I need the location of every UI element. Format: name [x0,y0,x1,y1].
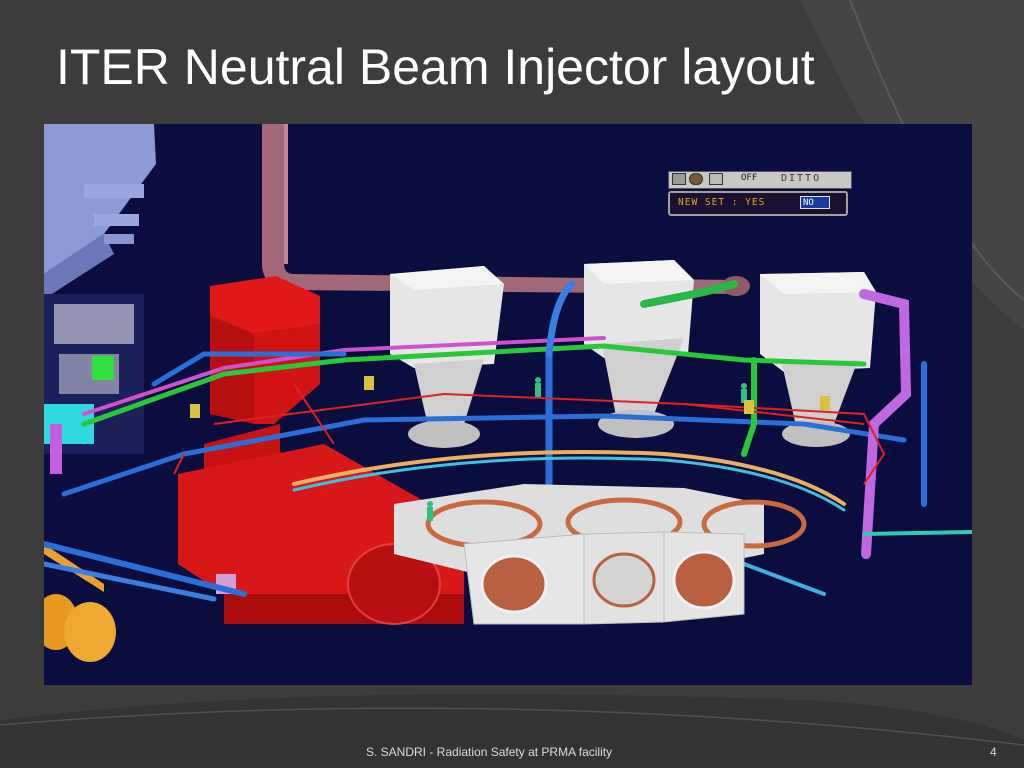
new-set-label[interactable]: NEW SET : YES [678,197,765,208]
off-label[interactable]: OFF [741,173,757,183]
toolbar-save-icon[interactable] [672,173,686,185]
new-set-prompt: NEW SET : YES NO [668,191,848,216]
slide-footer: S. SANDRI - Radiation Safety at PRMA fac… [366,745,613,759]
port-grid-blocks [463,531,745,625]
cad-toolbar-top-row: OFF DITTO [668,171,852,189]
cad-render-image: OFF DITTO NEW SET : YES NO [44,124,972,685]
no-option-button[interactable]: NO [800,196,830,209]
slide-title: ITER Neutral Beam Injector layout [56,39,815,95]
left-equipment-racks [44,294,144,474]
page-number: 4 [990,745,997,759]
toolbar-grid-icon[interactable] [709,173,723,185]
toolbar-circle-icon[interactable] [689,173,703,185]
cad-toolbar-panel: OFF DITTO NEW SET : YES NO [668,171,852,217]
ditto-button[interactable]: DITTO [781,172,847,186]
